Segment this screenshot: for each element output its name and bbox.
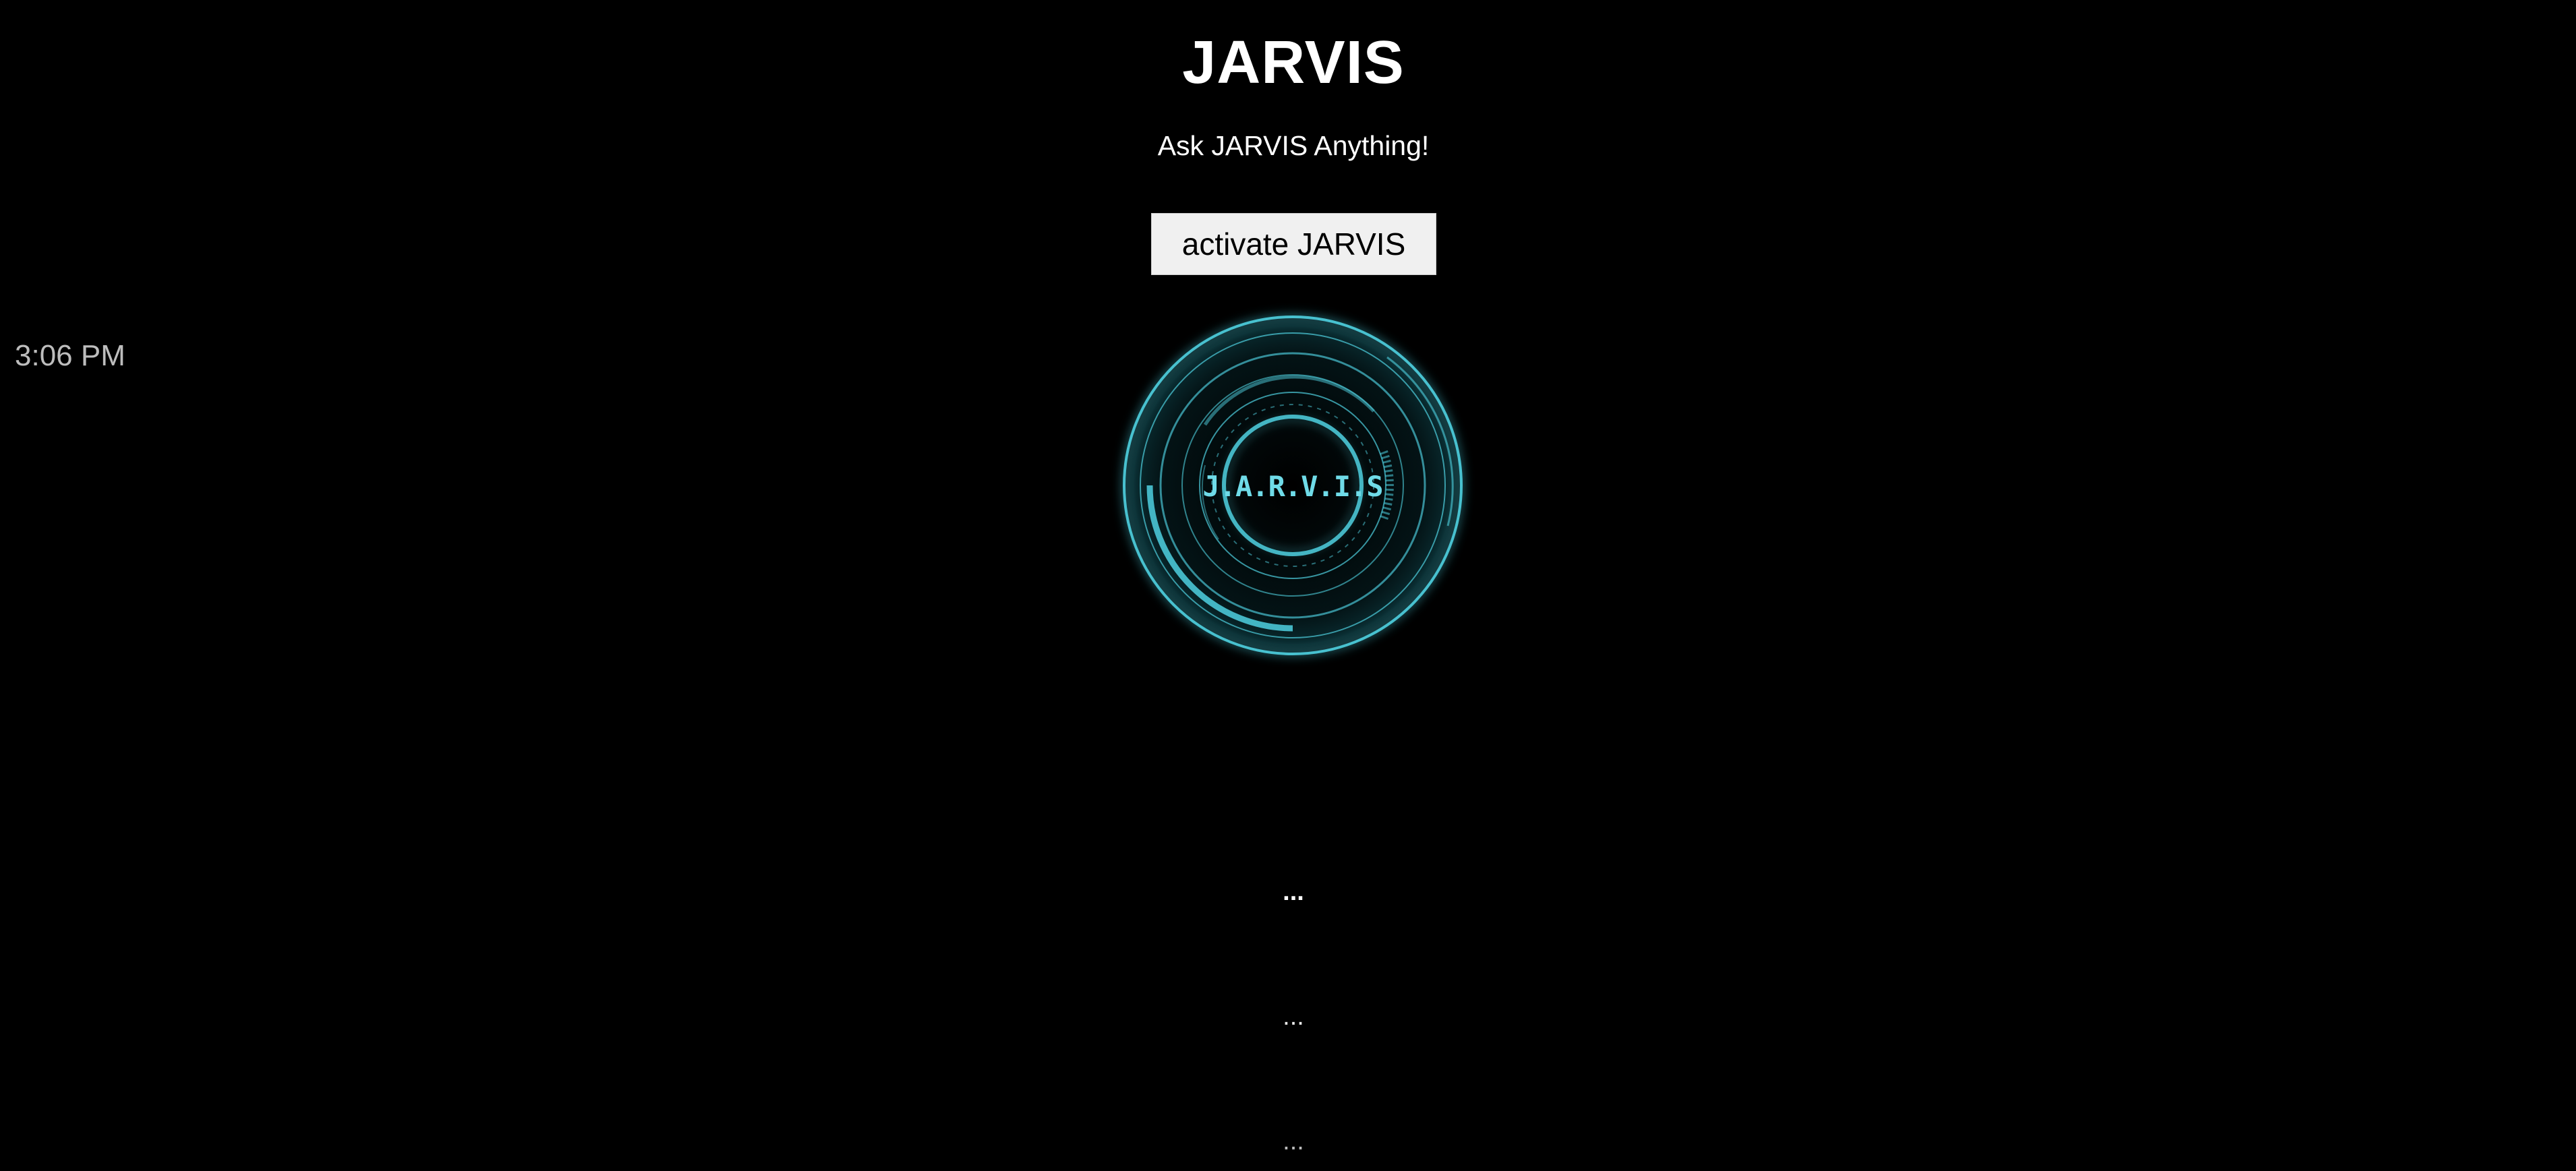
response-placeholder-2: ... <box>1283 1002 1304 1031</box>
response-placeholder-1: ... <box>1283 878 1304 906</box>
jarvis-reactor-logo: J.A.R.V.I.S <box>1104 297 1482 674</box>
app-title: JARVIS <box>1182 29 1405 96</box>
response-placeholder-3: ... <box>1283 1127 1304 1155</box>
clock-display: 3:06 PM <box>15 339 125 372</box>
activate-jarvis-button[interactable]: activate JARVIS <box>1151 213 1436 275</box>
jarvis-app: JARVIS Ask JARVIS Anything! activate JAR… <box>0 0 2576 1171</box>
app-subtitle: Ask JARVIS Anything! <box>1157 130 1430 161</box>
reactor-rings-graphic: J.A.R.V.I.S <box>1107 300 1478 671</box>
reactor-label-text: J.A.R.V.I.S <box>1202 470 1382 503</box>
